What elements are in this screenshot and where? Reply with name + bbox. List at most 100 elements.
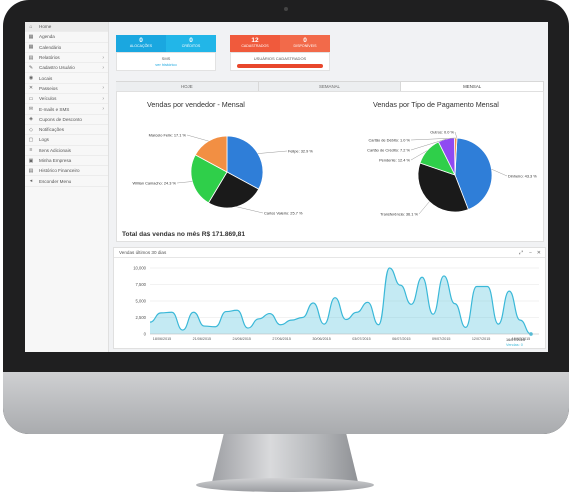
webcam (284, 7, 288, 11)
period-tabs: HOJE SEMANAL MENSAL (116, 81, 545, 91)
users-card: 12 CADASTRADOS 0 DISPONÍVEIS USUÁRIOS CA… (230, 35, 330, 71)
tour-icon: ✕ (28, 85, 34, 92)
disponiveis-stat: 0 DISPONÍVEIS (280, 35, 330, 52)
pie-label: Pendente: 12.4 % (379, 157, 410, 162)
alocacoes-value: 0 (139, 37, 143, 44)
sidebar-item-label: Logs (39, 137, 49, 143)
sidebar-item-label: Itens Adicionais (39, 147, 71, 153)
disponiveis-label: DISPONÍVEIS (293, 44, 317, 48)
users-title: USUÁRIOS CADASTRADOS (253, 56, 307, 61)
sidebar-item-label: Home (39, 24, 52, 30)
sms-history-link[interactable]: ver histórico (117, 62, 215, 67)
x-tick-label: 03/07/2015 (352, 337, 370, 341)
vehicle-icon: ▭ (28, 95, 34, 102)
users-footer: USUÁRIOS CADASTRADOS (230, 52, 330, 71)
x-tick-label: 30/06/2015 (312, 337, 330, 341)
sidebar-item[interactable]: ▤ Relatórios › (25, 53, 108, 64)
sidebar-item[interactable]: ▣ Minha Empresa (25, 156, 108, 167)
creditos-label: CRÉDITOS (181, 44, 201, 48)
y-tick-label: 5,000 (136, 299, 147, 304)
pie-pagamento-title: Vendas por Tipo de Pagamento Mensal (373, 100, 499, 109)
list-icon: ≡ (29, 147, 33, 154)
users-progress-fill (237, 64, 323, 68)
pie-label: Transferência: 36.1 % (380, 211, 418, 216)
pie-connector (418, 201, 430, 215)
sidebar-item[interactable]: ✉ E-mails e SMS › (25, 104, 108, 115)
company-icon: ▣ (28, 157, 34, 164)
sidebar-item[interactable]: ✕ Passeios › (25, 84, 108, 95)
y-tick-label: 0 (144, 332, 147, 337)
monitor-stand (212, 434, 358, 482)
pie-vendedor-title: Vendas por vendedor - Mensal (147, 100, 245, 109)
y-tick-label: 7,500 (136, 282, 147, 287)
cadastrados-value: 12 (251, 37, 259, 44)
sidebar-item[interactable]: ◇ Notificações (25, 125, 108, 136)
sidebar-item[interactable]: ⌂ Home (25, 22, 108, 33)
sidebar-item[interactable]: ▭ Veículos › (25, 94, 108, 105)
sidebar-item-label: Veículos (39, 96, 57, 102)
pie-label: Carlos Valerio: 25.7 % (264, 210, 303, 215)
sidebar-item-label: Cadastro Usuário (39, 65, 75, 71)
sidebar-item-label: Histórico Financeiro (39, 168, 80, 174)
calendar-icon: ▦ (28, 44, 34, 51)
close-icon[interactable]: ✕ (537, 248, 541, 258)
sales-header: Vendas últimos 30 dias ⤢ − ✕ (114, 248, 545, 258)
sidebar-item[interactable]: ▤ Histórico Financeiro (25, 166, 108, 177)
sidebar-item[interactable]: ≡ Itens Adicionais (25, 146, 108, 156)
sms-card: 0 ALOCAÇÕES 0 CRÉDITOS SMS ver histórico (116, 35, 216, 71)
pie-label: Felipe: 32.9 % (288, 148, 313, 153)
minimize-icon[interactable]: − (529, 248, 532, 258)
sidebar-item[interactable]: ▦ Calendário (25, 43, 108, 53)
x-tick-label: 12/07/2015 (472, 337, 490, 341)
screen: ⌂ Home ▦ Agenda ▦ Calendário ▤ Relatórios › ✎ Cada… (25, 22, 548, 352)
chevron-right-icon: › (102, 64, 104, 71)
x-tick-label: 06/07/2015 (392, 337, 410, 341)
sidebar-item-label: Esconder Menu (39, 178, 72, 184)
calendar-icon: ▦ (28, 33, 34, 40)
sales-panel: Vendas últimos 30 dias ⤢ − ✕ 10,000 7,500… (113, 247, 546, 349)
sidebar-item-label: Locais (39, 75, 53, 81)
sidebar-item[interactable]: ◂ Esconder Menu (25, 176, 108, 187)
tab-mensal[interactable]: MENSAL (401, 82, 545, 91)
x-tick-label: 24/06/2015 (233, 337, 251, 341)
pie-label: Cartão de Crédito: 7.2 % (367, 147, 410, 152)
cadastrados-stat: 12 CADASTRADOS (230, 35, 280, 52)
pie-connector (186, 134, 209, 142)
chevron-right-icon: › (102, 54, 104, 61)
pie-connector (236, 206, 264, 214)
tab-hoje[interactable]: HOJE (116, 82, 259, 91)
chevron-right-icon: › (102, 106, 104, 113)
bell-icon: ◇ (29, 126, 33, 133)
sidebar-item-label: Passeios (39, 85, 58, 91)
mail-icon: ✉ (28, 106, 34, 113)
sidebar-item[interactable]: ▢ Logs (25, 135, 108, 146)
main-content: 0 ALOCAÇÕES 0 CRÉDITOS SMS ver histórico… (110, 22, 548, 352)
location-icon: ◉ (28, 75, 34, 82)
monitor-chin (3, 372, 569, 434)
sidebar-item-label: E-mails e SMS (39, 106, 70, 112)
expand-icon[interactable]: ⤢ (519, 248, 523, 258)
user-icon: ✎ (28, 64, 34, 71)
pie-label: Outros: 0.0 % (430, 129, 454, 134)
x-tick-label: 27/06/2015 (272, 337, 290, 341)
pie-pagamento-chart: Dinheiro: 43.3 % Transferência: 36.1 % Pen… (367, 129, 537, 216)
log-icon: ▢ (28, 136, 34, 143)
tab-semanal[interactable]: SEMANAL (258, 82, 402, 91)
pie-connector (491, 168, 508, 177)
sidebar-item[interactable]: ✎ Cadastro Usuário › (25, 63, 108, 74)
sidebar-item[interactable]: ◈ Cupons de Desconto (25, 115, 108, 125)
sidebar: ⌂ Home ▦ Agenda ▦ Calendário ▤ Relatórios › ✎ Cada… (25, 22, 109, 352)
sms-footer: SMS ver histórico (116, 52, 216, 71)
sms-title: SMS (161, 56, 171, 61)
tooltip-value: Vendas: 0 (506, 343, 523, 347)
hide-menu-icon: ◂ (29, 178, 33, 185)
sidebar-item[interactable]: ◉ Locais (25, 73, 108, 84)
x-tick-label: 21/06/2015 (193, 337, 211, 341)
pie-label: Marcelo Felix: 17.1 % (149, 132, 187, 137)
pie-label: Dinheiro: 43.3 % (508, 173, 537, 178)
users-progress-bar (237, 64, 323, 68)
x-tick-label: 09/07/2015 (432, 337, 450, 341)
sidebar-item[interactable]: ▦ Agenda (25, 32, 108, 43)
sidebar-item-label: Agenda (39, 34, 55, 40)
sidebar-item-label: Relatórios (39, 55, 60, 61)
